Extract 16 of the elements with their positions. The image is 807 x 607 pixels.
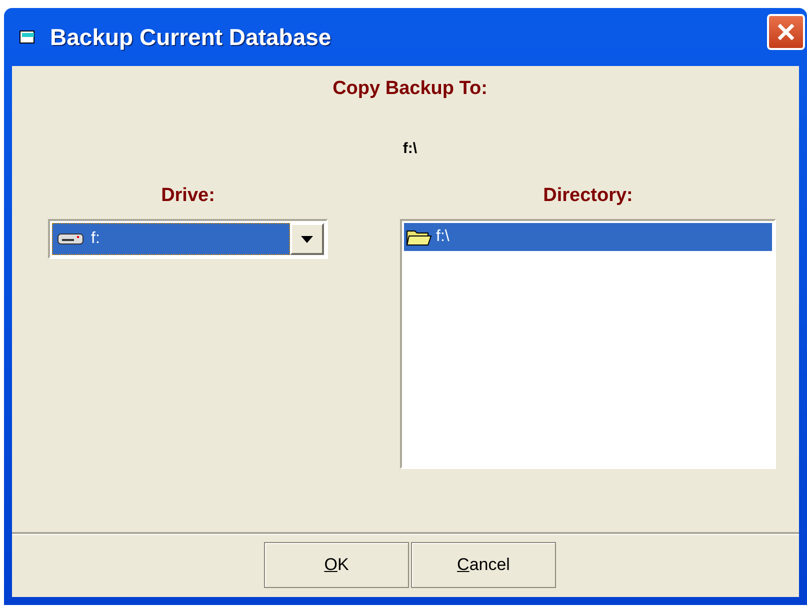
- ok-button[interactable]: OK: [264, 542, 409, 588]
- cancel-button[interactable]: Cancel: [411, 542, 556, 588]
- destination-path: f:\: [402, 140, 418, 157]
- window-title: Backup Current Database: [50, 24, 332, 50]
- directory-list[interactable]: f:\: [400, 219, 776, 469]
- close-button[interactable]: [767, 14, 805, 50]
- dropdown-button[interactable]: [290, 223, 324, 255]
- destination-heading: Copy Backup To:: [332, 78, 488, 100]
- drive-label: Drive:: [161, 185, 215, 207]
- drive-value: f:: [52, 223, 290, 255]
- directory-label: Directory:: [543, 185, 633, 207]
- drive-dropdown[interactable]: f:: [48, 219, 328, 259]
- drive-icon: [57, 232, 85, 246]
- directory-item[interactable]: f:\: [404, 223, 772, 251]
- close-icon: [775, 21, 797, 43]
- caret-icon: [301, 236, 313, 242]
